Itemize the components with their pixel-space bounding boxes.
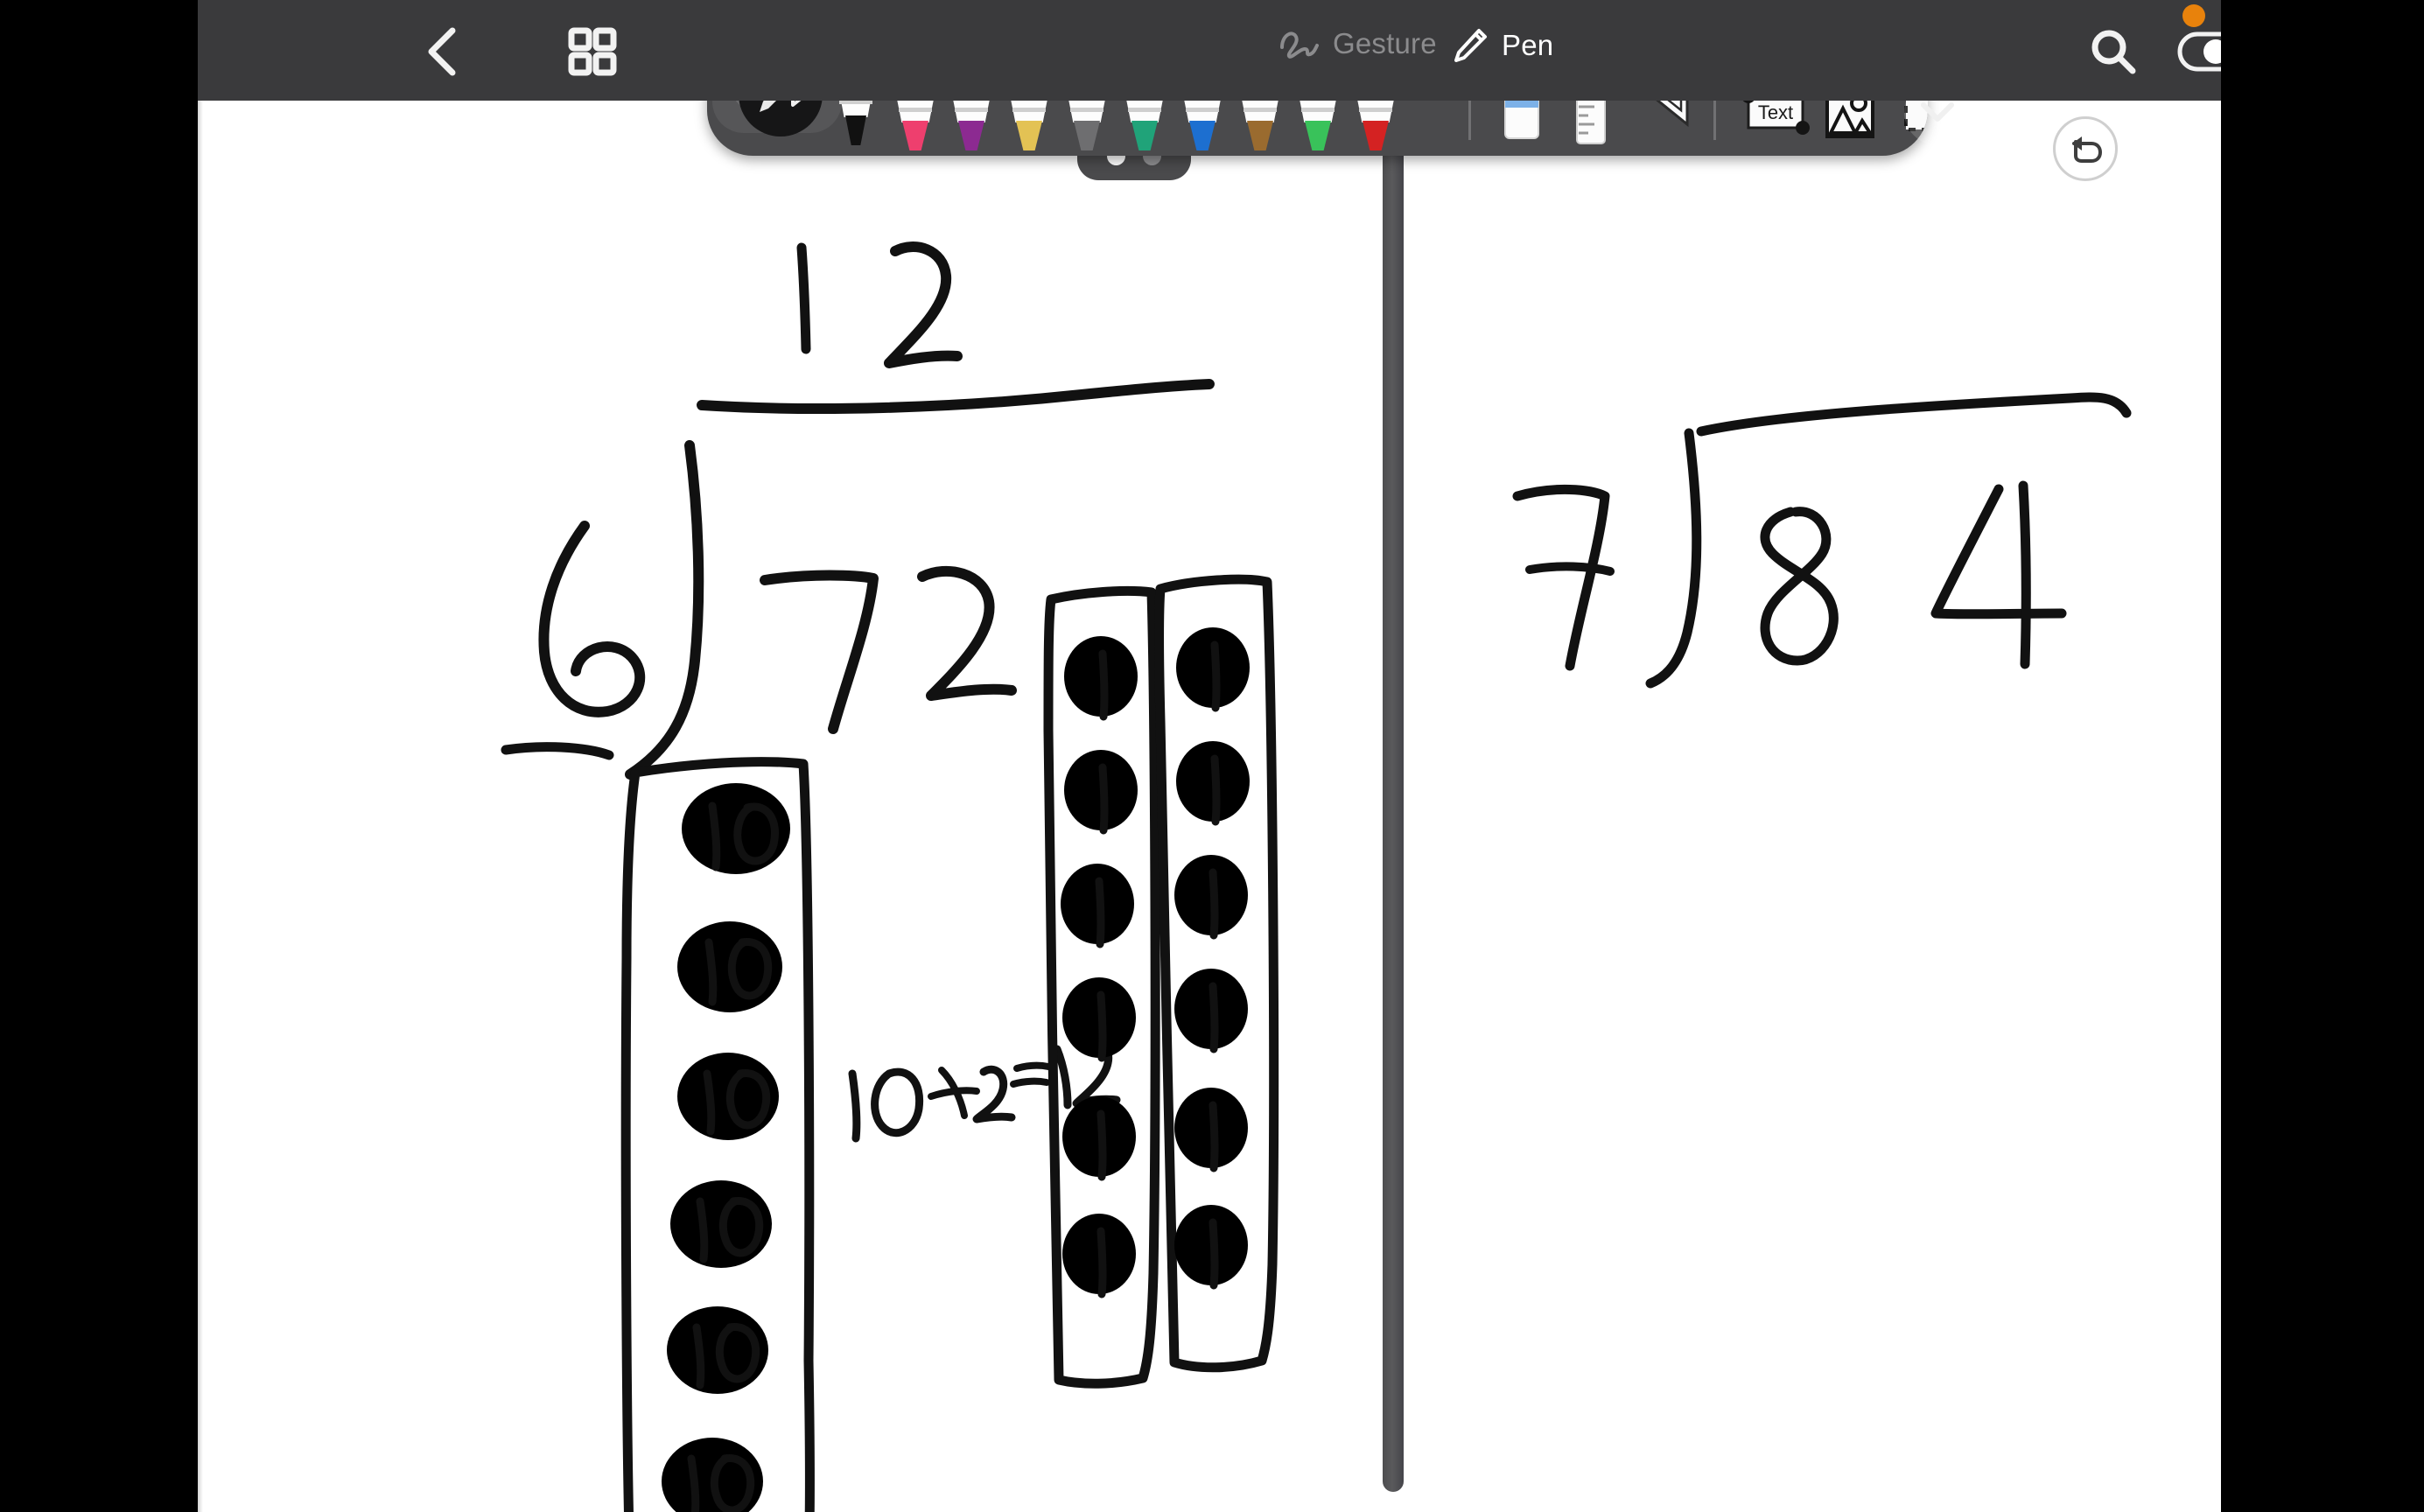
- ink-circled-ten-5: [667, 1306, 768, 1394]
- pen-tip: [1247, 121, 1273, 150]
- pencil-icon: [1454, 29, 1487, 62]
- ink-ones-strip-2: [1154, 574, 1279, 1373]
- back-button[interactable]: [417, 24, 473, 80]
- pen-tip: [1016, 121, 1042, 150]
- pen-band: [955, 108, 988, 112]
- app-root: Gesture Pen Text: [0, 0, 2424, 1512]
- ink-circled-one: [1061, 864, 1134, 944]
- pen-band: [1128, 108, 1161, 112]
- notification-dot: [2182, 4, 2205, 27]
- app-window: Gesture Pen Text: [198, 0, 2221, 1512]
- mode-pen[interactable]: Pen: [1451, 26, 1553, 65]
- ink-circled-ten-2: [677, 921, 782, 1012]
- ink-tens-block: [620, 757, 815, 1512]
- ink-circled-one: [1062, 1096, 1136, 1177]
- ink-circled-one: [1174, 1088, 1248, 1168]
- pen-band: [1359, 108, 1392, 112]
- ink-circled-one: [1174, 855, 1248, 935]
- ink-ones-strip-1: [1043, 585, 1160, 1389]
- pen-tip: [1189, 121, 1216, 150]
- grid-view-button[interactable]: [565, 24, 620, 79]
- note-canvas[interactable]: [198, 101, 2221, 1512]
- ink-dividend-4: [1930, 480, 2067, 669]
- ink-division-hook-left: [625, 440, 704, 780]
- toggle-switch-on-icon: [2177, 32, 2221, 72]
- mode-gesture[interactable]: Gesture: [1279, 26, 1437, 61]
- chevron-left-icon: [428, 27, 456, 76]
- pen-tip: [958, 121, 984, 150]
- pen-tip: [902, 121, 928, 150]
- pen-band: [1012, 108, 1046, 112]
- ink-circled-one: [1176, 741, 1250, 822]
- ink-division-bar-left: [697, 379, 1215, 414]
- canvas-left-shadow: [198, 101, 203, 1512]
- undo-arrow-icon: [2072, 136, 2102, 163]
- pen-band: [1186, 108, 1219, 112]
- ink-divisor-6: [501, 521, 646, 760]
- ink-division-hook-right: [1645, 428, 1702, 689]
- ink-circled-one: [1062, 1214, 1136, 1294]
- top-toolbar: Gesture Pen: [198, 0, 2221, 101]
- ink-quotient-12: [796, 242, 963, 368]
- ink-division-bar-right: [1696, 392, 2132, 437]
- display-toggle[interactable]: [2177, 30, 2221, 74]
- pen-band: [899, 108, 932, 112]
- ink-divisor-7: [1512, 484, 1615, 671]
- pen-band: [1070, 108, 1103, 112]
- ink-dividend-8: [1760, 507, 1839, 666]
- pen-tip: [845, 116, 866, 145]
- search-icon: [2091, 30, 2136, 74]
- ink-circled-one: [1062, 977, 1136, 1058]
- ink-circled-one: [1176, 627, 1250, 708]
- pen-band: [1301, 108, 1335, 112]
- ink-annotation-10plus2equals12: [848, 1039, 1121, 1143]
- scribble-gesture-icon: [1280, 32, 1319, 59]
- handwriting-ink-layer: [501, 242, 2132, 1512]
- grid-view-icon: [568, 27, 617, 76]
- search-button[interactable]: [2086, 24, 2140, 79]
- ink-dividend-72: [760, 565, 1017, 734]
- pen-tip: [1305, 121, 1331, 150]
- text-tool-label: Text: [1758, 102, 1793, 123]
- ink-circled-ten-3: [677, 1053, 779, 1140]
- mode-gesture-label: Gesture: [1333, 27, 1437, 60]
- pen-tip: [1363, 121, 1389, 150]
- split-view-divider[interactable]: [1383, 101, 1404, 1492]
- ink-circled-one: [1064, 636, 1138, 717]
- mode-pen-label: Pen: [1502, 29, 1554, 61]
- pen-tip: [1131, 121, 1158, 150]
- ink-circled-ten-6: [662, 1438, 763, 1512]
- ink-circled-one: [1174, 1205, 1248, 1285]
- pen-tip: [1074, 121, 1100, 150]
- ink-circled-one: [1174, 969, 1248, 1049]
- chevron-down-icon: [1921, 102, 1954, 122]
- ink-circled-one: [1064, 750, 1138, 830]
- pen-band: [1244, 108, 1277, 112]
- ink-circled-ten-4: [670, 1180, 772, 1268]
- ink-circled-ten-1: [682, 783, 790, 874]
- undo-button[interactable]: [2053, 116, 2118, 181]
